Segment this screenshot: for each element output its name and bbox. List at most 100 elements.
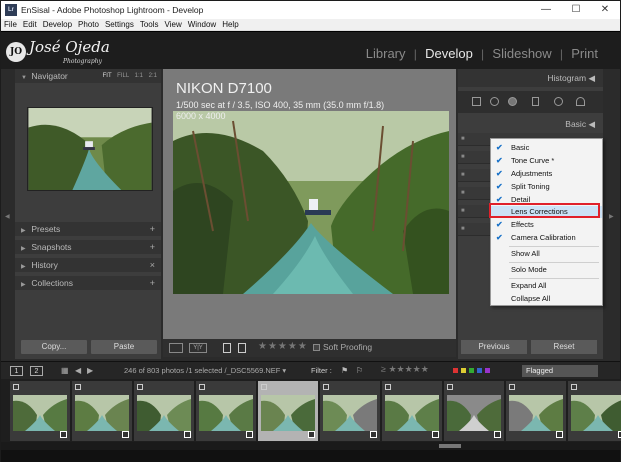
right-panel-toggle-icon[interactable]: ▶ bbox=[609, 213, 614, 220]
thumbnail-select-icon[interactable] bbox=[323, 384, 329, 390]
presets-header[interactable]: ▶ Presets + bbox=[15, 222, 161, 236]
filmstrip-thumbnail[interactable] bbox=[382, 381, 442, 441]
panel-switch-icon[interactable]: ■ bbox=[461, 136, 465, 142]
color-label-green[interactable] bbox=[469, 368, 474, 373]
navigator-header[interactable]: ▼ Navigator FIT FILL 1:1 2:1 bbox=[15, 69, 161, 83]
menu-item-tone-curve[interactable]: ✔ Tone Curve * bbox=[491, 155, 602, 167]
paste-button[interactable]: Paste bbox=[91, 340, 157, 354]
zoom-2-1[interactable]: 2:1 bbox=[149, 73, 157, 79]
filmstrip-thumbnail[interactable] bbox=[10, 381, 70, 441]
crop-tool-icon[interactable] bbox=[472, 97, 481, 106]
before-after-view-icon[interactable]: Y|Y bbox=[189, 343, 207, 353]
thumbnail-select-icon[interactable] bbox=[571, 384, 577, 390]
color-label-yellow[interactable] bbox=[461, 368, 466, 373]
panel-switch-icon[interactable]: ■ bbox=[461, 172, 465, 178]
maximize-button[interactable]: ☐ bbox=[561, 1, 591, 19]
filter-preset-dropdown[interactable]: Flagged bbox=[522, 365, 598, 377]
menu-item-expand-all[interactable]: Expand All bbox=[491, 280, 602, 292]
histogram-header[interactable]: Histogram ◀ bbox=[458, 69, 603, 87]
secondary-window-button[interactable]: 2 bbox=[30, 366, 43, 376]
panel-switch-icon[interactable]: ■ bbox=[461, 154, 465, 160]
graduated-filter-icon[interactable] bbox=[532, 97, 539, 106]
module-develop[interactable]: Develop bbox=[423, 46, 475, 61]
navigator-preview[interactable] bbox=[27, 107, 153, 191]
menu-settings[interactable]: Settings bbox=[102, 19, 137, 30]
thumbnail-select-icon[interactable] bbox=[13, 384, 19, 390]
filmstrip-source-info[interactable]: 246 of 803 photos /1 selected /_DSC5569.… bbox=[124, 366, 286, 375]
soft-proofing-checkbox[interactable] bbox=[313, 344, 320, 351]
module-slideshow[interactable]: Slideshow bbox=[490, 46, 553, 61]
color-label-purple[interactable] bbox=[485, 368, 490, 373]
snapshots-header[interactable]: ▶ Snapshots + bbox=[15, 240, 161, 254]
add-snapshot-icon[interactable]: + bbox=[150, 240, 155, 254]
history-header[interactable]: ▶ History × bbox=[15, 258, 161, 272]
collections-header[interactable]: ▶ Collections + bbox=[15, 276, 161, 290]
forward-arrow-icon[interactable]: ▶ bbox=[87, 366, 93, 375]
filmstrip-scroll-thumb[interactable] bbox=[439, 444, 461, 448]
filmstrip-thumbnail[interactable] bbox=[320, 381, 380, 441]
primary-window-button[interactable]: 1 bbox=[10, 366, 23, 376]
grid-view-icon[interactable]: ▦ bbox=[61, 366, 69, 375]
filmstrip-thumbnail[interactable] bbox=[72, 381, 132, 441]
filmstrip-scrollbar[interactable] bbox=[1, 442, 620, 450]
filmstrip-thumbnail[interactable] bbox=[196, 381, 256, 441]
rating-stars[interactable]: ★★★★★ bbox=[258, 341, 308, 352]
reset-button[interactable]: Reset bbox=[531, 340, 597, 354]
menu-item-camera-calibration[interactable]: ✔ Camera Calibration bbox=[491, 232, 602, 244]
thumbnail-select-icon[interactable] bbox=[75, 384, 81, 390]
color-label-blue[interactable] bbox=[477, 368, 482, 373]
panel-switch-icon[interactable]: ■ bbox=[461, 190, 465, 196]
flag-filter-icon[interactable]: ⚑ bbox=[341, 366, 348, 375]
menu-edit[interactable]: Edit bbox=[20, 19, 40, 30]
thumbnail-select-icon[interactable] bbox=[261, 384, 267, 390]
menu-item-collapse-all[interactable]: Collapse All bbox=[491, 293, 602, 305]
radial-filter-icon[interactable] bbox=[554, 97, 563, 106]
adjustment-brush-icon[interactable] bbox=[576, 97, 585, 106]
thumbnail-select-icon[interactable] bbox=[199, 384, 205, 390]
menu-item-adjustments[interactable]: ✔ Adjustments bbox=[491, 168, 602, 180]
thumbnail-select-icon[interactable] bbox=[509, 384, 515, 390]
zoom-fill[interactable]: FILL bbox=[117, 73, 129, 79]
filmstrip-thumbnail[interactable] bbox=[134, 381, 194, 441]
zoom-fit[interactable]: FIT bbox=[103, 73, 112, 79]
basic-header[interactable]: Basic ◀ bbox=[458, 117, 603, 131]
thumbnail-select-icon[interactable] bbox=[137, 384, 143, 390]
module-print[interactable]: Print bbox=[569, 46, 600, 61]
menu-tools[interactable]: Tools bbox=[137, 19, 162, 30]
clear-history-icon[interactable]: × bbox=[150, 258, 155, 272]
unflagged-filter-icon[interactable]: ⚐ bbox=[356, 366, 363, 375]
menu-item-effects[interactable]: ✔ Effects bbox=[491, 219, 602, 231]
close-button[interactable]: ✕ bbox=[590, 1, 620, 19]
photo-mangrove-river[interactable] bbox=[173, 111, 449, 294]
menu-help[interactable]: Help bbox=[219, 19, 241, 30]
add-preset-icon[interactable]: + bbox=[150, 222, 155, 236]
red-eye-icon[interactable] bbox=[508, 97, 517, 106]
color-label-red[interactable] bbox=[453, 368, 458, 373]
panel-switch-icon[interactable]: ■ bbox=[461, 208, 465, 214]
filmstrip-thumbnail[interactable] bbox=[506, 381, 566, 441]
menu-item-solo-mode[interactable]: Solo Mode bbox=[491, 264, 602, 276]
image-canvas[interactable]: NIKON D7100 1/500 sec at f / 3.5, ISO 40… bbox=[163, 69, 456, 339]
panel-switch-icon[interactable]: ■ bbox=[461, 226, 465, 232]
thumbnail-select-icon[interactable] bbox=[447, 384, 453, 390]
flag-icon[interactable] bbox=[223, 343, 231, 353]
copy-button[interactable]: Copy... bbox=[21, 340, 87, 354]
menu-item-basic[interactable]: ✔ Basic bbox=[491, 142, 602, 154]
filmstrip-thumbnail[interactable] bbox=[258, 381, 318, 441]
filmstrip-thumbnail[interactable] bbox=[568, 381, 621, 441]
menu-photo[interactable]: Photo bbox=[75, 19, 102, 30]
menu-file[interactable]: File bbox=[1, 19, 20, 30]
filmstrip-thumbnail[interactable] bbox=[444, 381, 504, 441]
left-panel-toggle-icon[interactable]: ◀ bbox=[5, 213, 10, 220]
bottom-panel-toggle[interactable] bbox=[1, 450, 620, 462]
back-arrow-icon[interactable]: ◀ bbox=[75, 366, 81, 375]
add-collection-icon[interactable]: + bbox=[150, 276, 155, 290]
loupe-view-icon[interactable] bbox=[169, 343, 183, 353]
zoom-1-1[interactable]: 1:1 bbox=[135, 73, 143, 79]
rating-filter-stars[interactable]: ≥ ★★★★★ bbox=[381, 364, 429, 375]
spot-removal-icon[interactable] bbox=[490, 97, 499, 106]
menu-item-show-all[interactable]: Show All bbox=[491, 248, 602, 260]
menu-develop[interactable]: Develop bbox=[40, 19, 75, 30]
menu-item-split-toning[interactable]: ✔ Split Toning bbox=[491, 181, 602, 193]
module-library[interactable]: Library bbox=[364, 46, 408, 61]
